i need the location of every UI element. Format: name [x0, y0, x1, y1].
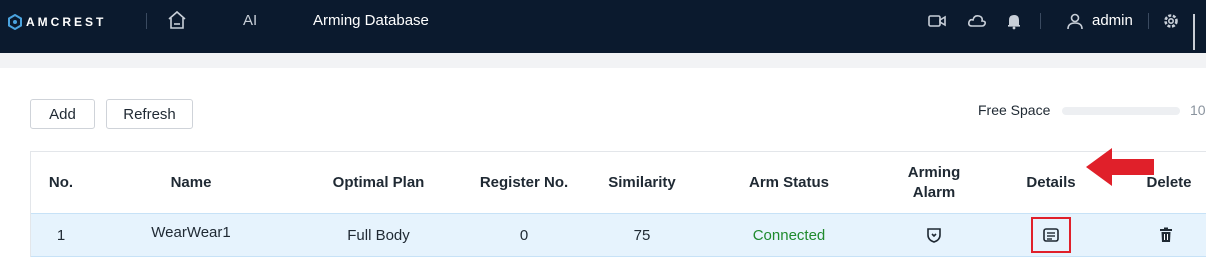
cloud-icon[interactable]: [967, 11, 987, 31]
gear-icon[interactable]: [1161, 11, 1181, 31]
column-header-arm-status[interactable]: Arm Status: [731, 152, 847, 213]
shield-alarm-icon[interactable]: [926, 227, 942, 243]
column-header-details[interactable]: Details: [1016, 152, 1086, 213]
content-panel: Add Refresh Free Space 10 No. Name Optim…: [0, 68, 1206, 261]
free-space-bar: [1062, 107, 1180, 115]
cell-optimal-plan: Full Body: [347, 226, 410, 244]
top-divider: [1148, 13, 1149, 29]
cell-register-no: 0: [519, 226, 529, 244]
top-navigation-bar: AMCREST AI Arming Database admin: [0, 0, 1206, 53]
refresh-button[interactable]: Refresh: [106, 99, 193, 129]
nav-item-arming-database[interactable]: Arming Database: [313, 12, 429, 29]
trash-icon[interactable]: [1159, 227, 1173, 243]
cell-arming-alarm: [897, 214, 971, 256]
nav-item-ai[interactable]: AI: [243, 12, 257, 29]
column-header-similarity[interactable]: Similarity: [596, 152, 688, 213]
cell-arm-status: Connected: [752, 226, 826, 244]
top-divider: [1040, 13, 1041, 29]
column-header-no[interactable]: No.: [31, 152, 91, 213]
video-icon[interactable]: [927, 11, 947, 31]
window-edge: [1193, 14, 1195, 50]
details-icon: [1043, 228, 1059, 242]
nav-divider: [146, 13, 147, 29]
cell-delete: [1151, 214, 1181, 256]
column-header-optimal-plan[interactable]: Optimal Plan: [316, 152, 441, 213]
column-header-name[interactable]: Name: [131, 152, 251, 213]
details-button[interactable]: [1031, 217, 1071, 253]
annotation-arrow: [1086, 148, 1154, 186]
brand-name: AMCREST: [26, 15, 107, 29]
cell-name: WearWear1: [151, 224, 231, 241]
column-header-register-no[interactable]: Register No.: [463, 152, 585, 213]
column-header-arming-alarm[interactable]: Arming Alarm: [897, 152, 971, 213]
cell-similarity: 75: [633, 226, 651, 244]
arming-table: No. Name Optimal Plan Register No. Simil…: [30, 151, 1206, 257]
home-icon[interactable]: [166, 9, 188, 31]
hexagon-logo-icon: [8, 14, 22, 30]
user-icon[interactable]: [1065, 11, 1085, 31]
table-row[interactable]: 1 WearWear1 Full Body 0 75 Connected: [31, 213, 1206, 257]
free-space-value: 10: [1190, 102, 1206, 118]
add-button[interactable]: Add: [30, 99, 95, 129]
free-space-label: Free Space: [978, 102, 1051, 118]
bell-icon[interactable]: [1004, 11, 1024, 31]
user-name[interactable]: admin: [1092, 12, 1133, 29]
brand-logo[interactable]: AMCREST: [8, 14, 106, 30]
cell-no: 1: [56, 226, 66, 244]
